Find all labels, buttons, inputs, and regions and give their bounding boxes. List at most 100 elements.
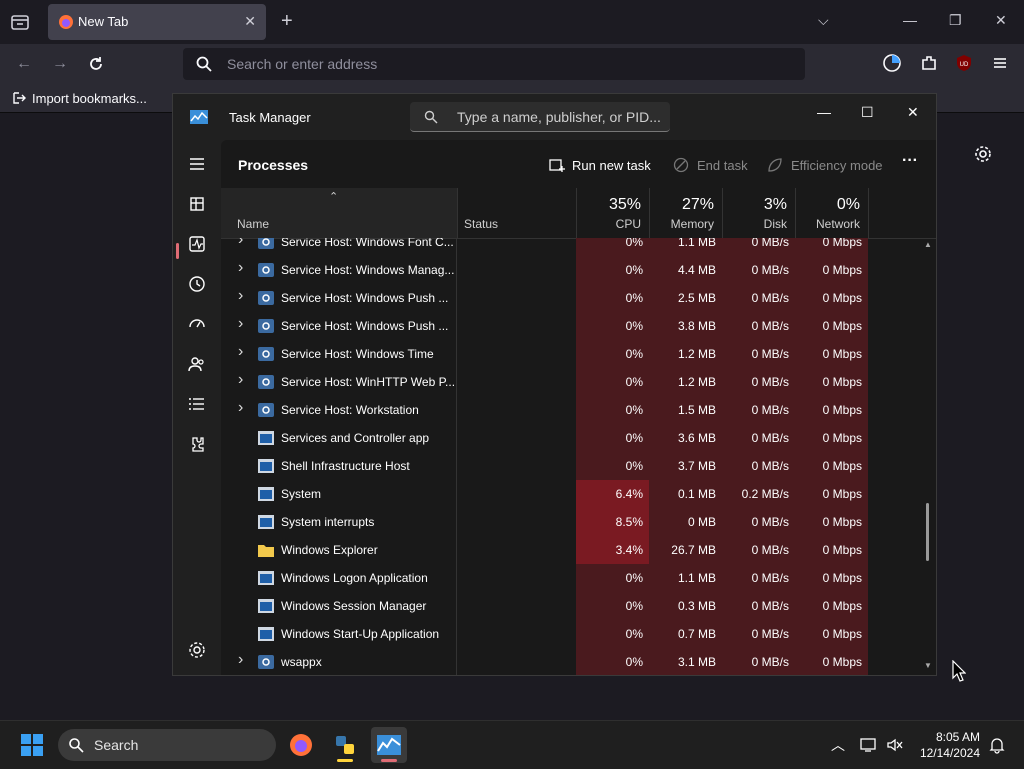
- scrollbar-thumb[interactable]: [926, 503, 929, 561]
- status-header-label: Status: [464, 217, 499, 231]
- window-app-icon: [258, 599, 274, 613]
- expand-chevron-icon[interactable]: ›: [238, 343, 243, 361]
- process-row[interactable]: › Service Host: Windows Manag... 0% 4.4 MB 0…: [221, 256, 921, 284]
- disk-value: 0 MB/s: [751, 543, 789, 557]
- expand-chevron-icon[interactable]: ›: [238, 238, 243, 249]
- taskbar-search[interactable]: Search: [58, 729, 276, 761]
- expand-chevron-icon[interactable]: ›: [238, 287, 243, 305]
- process-row[interactable]: › Service Host: Workstation 0% 1.5 MB 0 MB/s…: [221, 396, 921, 424]
- chevron-up-icon[interactable]: ︿: [831, 735, 845, 755]
- net-value: 0 Mbps: [822, 291, 862, 305]
- windows-start-icon[interactable]: [20, 733, 44, 757]
- browser-tab[interactable]: New Tab ✕: [48, 4, 266, 40]
- minimize-icon[interactable]: —: [817, 104, 831, 120]
- network-column-header[interactable]: 0% Network: [795, 188, 868, 238]
- volume-muted-icon[interactable]: [886, 737, 904, 753]
- network-icon[interactable]: [860, 737, 878, 753]
- cpu-value: 0%: [625, 571, 643, 585]
- forward-icon[interactable]: →: [52, 55, 68, 73]
- minimize-icon[interactable]: —: [903, 12, 917, 28]
- name-column-header[interactable]: ⌃ Name: [221, 188, 457, 238]
- process-row[interactable]: Windows Logon Application 0% 1.1 MB 0 MB/s 0…: [221, 564, 921, 592]
- mem-cell: 2.5 MB: [649, 284, 722, 312]
- settings-icon[interactable]: [973, 144, 993, 164]
- net-cell: 0 Mbps: [795, 648, 868, 675]
- hamburger-icon[interactable]: [187, 154, 207, 174]
- url-bar[interactable]: Search or enter address: [183, 48, 805, 80]
- cpu-cell: 0%: [576, 340, 649, 368]
- process-row[interactable]: System interrupts 8.5% 0 MB 0 MB/s 0 Mbps: [221, 508, 921, 536]
- end-task-button[interactable]: End task: [697, 158, 748, 173]
- settings-icon[interactable]: [187, 640, 207, 660]
- status-column-header[interactable]: Status: [457, 188, 576, 238]
- taskbar-task-manager[interactable]: [371, 727, 407, 763]
- expand-chevron-icon[interactable]: ›: [238, 259, 243, 277]
- taskbar-firefox[interactable]: [283, 727, 319, 763]
- disk-column-header[interactable]: 3% Disk: [722, 188, 795, 238]
- account-icon[interactable]: [882, 53, 902, 73]
- maximize-icon[interactable]: ☐: [861, 104, 874, 121]
- memory-column-header[interactable]: 27% Memory: [649, 188, 722, 238]
- net-value: 0 Mbps: [822, 238, 862, 249]
- scroll-down-icon[interactable]: ▼: [924, 661, 932, 670]
- process-row[interactable]: › Service Host: Windows Push ... 0% 2.5 MB 0…: [221, 284, 921, 312]
- back-icon[interactable]: ←: [16, 55, 32, 73]
- import-bookmarks-link[interactable]: Import bookmarks...: [32, 91, 147, 106]
- task-manager-window: Task Manager Type a name, publisher, or …: [172, 93, 937, 676]
- process-name: Windows Session Manager: [281, 599, 427, 613]
- process-row[interactable]: Shell Infrastructure Host 0% 3.7 MB 0 MB/s 0…: [221, 452, 921, 480]
- startup-apps-icon[interactable]: [187, 314, 207, 334]
- net-value: 0 Mbps: [822, 515, 862, 529]
- process-row[interactable]: › Service Host: Windows Font C... 0% 1.1 MB…: [221, 238, 921, 256]
- performance-icon[interactable]: [187, 234, 207, 254]
- process-row[interactable]: › wsappx 0% 3.1 MB 0 MB/s 0 Mbps: [221, 648, 921, 675]
- scroll-up-icon[interactable]: ▲: [924, 240, 932, 249]
- services-icon[interactable]: [187, 434, 207, 454]
- run-new-task-button[interactable]: Run new task: [572, 158, 651, 173]
- app-history-icon[interactable]: [187, 274, 207, 294]
- cpu-cell: 8.5%: [576, 508, 649, 536]
- mem-cell: 1.2 MB: [649, 340, 722, 368]
- plus-icon[interactable]: +: [281, 10, 293, 32]
- disk-value: 0 MB/s: [751, 459, 789, 473]
- close-icon[interactable]: ✕: [907, 104, 919, 121]
- process-row[interactable]: › Service Host: Windows Time 0% 1.2 MB 0 MB/…: [221, 340, 921, 368]
- cpu-cell: 0%: [576, 648, 649, 675]
- process-row[interactable]: › Service Host: Windows Push ... 0% 3.8 MB 0…: [221, 312, 921, 340]
- process-name: Service Host: Windows Manag...: [281, 263, 455, 277]
- users-icon[interactable]: [187, 354, 207, 374]
- expand-chevron-icon[interactable]: ›: [238, 315, 243, 333]
- net-cell: 0 Mbps: [795, 620, 868, 648]
- ublock-icon[interactable]: UD: [954, 53, 974, 73]
- scrollbar[interactable]: ▲ ▼: [921, 238, 936, 675]
- chevron-down-icon[interactable]: ⌵: [818, 12, 829, 29]
- restore-icon[interactable]: ❐: [949, 12, 962, 29]
- system-clock[interactable]: 8:05 AM 12/14/2024: [920, 729, 980, 761]
- process-search-input[interactable]: Type a name, publisher, or PID...: [410, 102, 670, 132]
- url-placeholder: Search or enter address: [227, 56, 378, 72]
- extensions-icon[interactable]: [919, 53, 939, 73]
- process-row[interactable]: Windows Start-Up Application 0% 0.7 MB 0 MB…: [221, 620, 921, 648]
- notification-bell-icon[interactable]: [988, 736, 1006, 754]
- menu-icon[interactable]: [990, 53, 1010, 73]
- cpu-cell: 0%: [576, 284, 649, 312]
- process-row[interactable]: Windows Session Manager 0% 0.3 MB 0 MB/s 0 M…: [221, 592, 921, 620]
- reload-icon[interactable]: [87, 55, 105, 73]
- details-icon[interactable]: [187, 394, 207, 414]
- close-window-icon[interactable]: ✕: [995, 12, 1007, 29]
- efficiency-mode-button[interactable]: Efficiency mode: [791, 158, 883, 173]
- cpu-column-header[interactable]: 35% CPU: [576, 188, 649, 238]
- expand-chevron-icon[interactable]: ›: [238, 371, 243, 389]
- mem-value: 0.1 MB: [677, 487, 716, 501]
- process-row[interactable]: System 6.4% 0.1 MB 0.2 MB/s 0 Mbps: [221, 480, 921, 508]
- expand-chevron-icon[interactable]: ›: [238, 399, 243, 417]
- tab-list-icon[interactable]: [8, 10, 32, 34]
- process-row[interactable]: Windows Explorer 3.4% 26.7 MB 0 MB/s 0 Mbps: [221, 536, 921, 564]
- process-row[interactable]: › Service Host: WinHTTP Web P... 0% 1.2 MB 0…: [221, 368, 921, 396]
- processes-icon[interactable]: [187, 194, 207, 214]
- expand-chevron-icon[interactable]: ›: [238, 651, 243, 669]
- close-icon[interactable]: ✕: [244, 13, 256, 30]
- process-row[interactable]: Services and Controller app 0% 3.6 MB 0 MB/…: [221, 424, 921, 452]
- more-options-icon[interactable]: ···: [902, 152, 918, 170]
- taskbar-python-app[interactable]: [327, 727, 363, 763]
